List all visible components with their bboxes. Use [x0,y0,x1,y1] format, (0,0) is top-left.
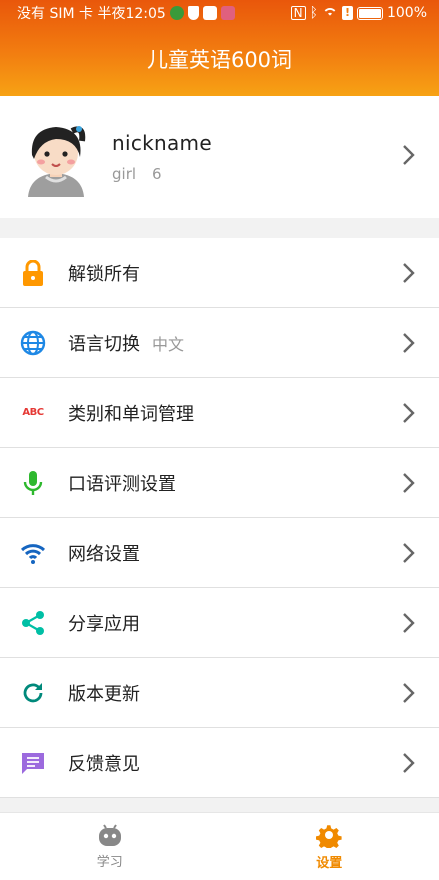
menu-item-label: 语言切换 [68,333,140,355]
menu-item-unlock-all[interactable]: 解锁所有 [0,238,439,308]
current-language: 中文 [152,334,185,354]
profile-gender: girl [112,165,137,183]
menu-item-label: 网络设置 [68,543,140,565]
menu-item-label: 类别和单词管理 [68,403,194,425]
chevron-right-icon [403,263,415,283]
bottom-tab-bar: 学习 设置 [0,812,439,880]
chevron-right-icon [403,753,415,773]
refresh-icon [20,680,46,706]
app-notification-icon [169,6,184,20]
profile-nickname: nickname [112,131,212,155]
feedback-icon [20,750,46,776]
gear-icon [316,825,342,848]
menu-item-version-update[interactable]: 版本更新 [0,658,439,728]
chevron-right-icon [403,403,415,423]
menu-item-feedback[interactable]: 反馈意见 [0,728,439,798]
tab-settings[interactable]: 设置 [220,813,439,880]
wifi-status-icon [322,4,338,22]
share-icon [20,610,46,636]
settings-menu: 解锁所有 语言切换 中文 ABC 类别和单词管理 口语评测设置 网络设置 分享应… [0,238,439,798]
app-header: 没有 SIM 卡 半夜12:05 N ᛒ ! 100% 儿童英语600词 [0,0,439,96]
microphone-icon [20,470,46,496]
menu-item-label: 解锁所有 [68,263,140,285]
lock-icon [20,259,46,286]
menu-item-category-management[interactable]: ABC 类别和单词管理 [0,378,439,448]
profile-card[interactable]: nickname girl 6 [0,96,439,218]
bluetooth-icon: ᛒ [309,5,318,21]
chevron-right-icon [403,543,415,563]
chevron-right-icon [403,473,415,493]
tab-label: 设置 [316,856,343,871]
menu-item-label: 口语评测设置 [68,473,176,495]
book-icon [220,6,235,20]
menu-item-label: 分享应用 [68,613,140,635]
battery-icon [356,6,383,20]
profile-info: nickname girl 6 [112,131,439,183]
menu-item-label: 版本更新 [68,683,140,705]
profile-age: 6 [152,165,162,183]
status-right: N ᛒ ! 100% [290,4,427,22]
status-left: 没有 SIM 卡 半夜12:05 [17,3,235,23]
chevron-right-icon [403,683,415,703]
chevron-right-icon [403,333,415,353]
chevron-right-icon [403,613,415,633]
menu-item-label: 反馈意见 [68,753,140,775]
tab-label: 学习 [96,855,123,870]
wifi-icon [20,540,46,566]
menu-item-network-settings[interactable]: 网络设置 [0,518,439,588]
nfc-icon: N [290,6,306,20]
status-bar: 没有 SIM 卡 半夜12:05 N ᛒ ! 100% [0,0,439,26]
shield-icon [187,6,199,20]
abc-icon: ABC [22,407,44,418]
chevron-right-icon [403,145,415,165]
paw-icon [202,6,217,20]
profile-meta: girl 6 [112,165,439,183]
status-carrier-time: 没有 SIM 卡 半夜12:05 [17,6,166,22]
battery-level: 100% [386,5,427,21]
tab-study[interactable]: 学习 [0,813,220,880]
avatar[interactable] [22,117,90,197]
menu-item-share-app[interactable]: 分享应用 [0,588,439,658]
menu-item-language[interactable]: 语言切换 中文 [0,308,439,378]
page-title: 儿童英语600词 [146,48,293,72]
menu-item-speech-settings[interactable]: 口语评测设置 [0,448,439,518]
alert-icon: ! [341,6,353,20]
globe-icon [20,330,46,356]
android-icon [98,824,121,846]
